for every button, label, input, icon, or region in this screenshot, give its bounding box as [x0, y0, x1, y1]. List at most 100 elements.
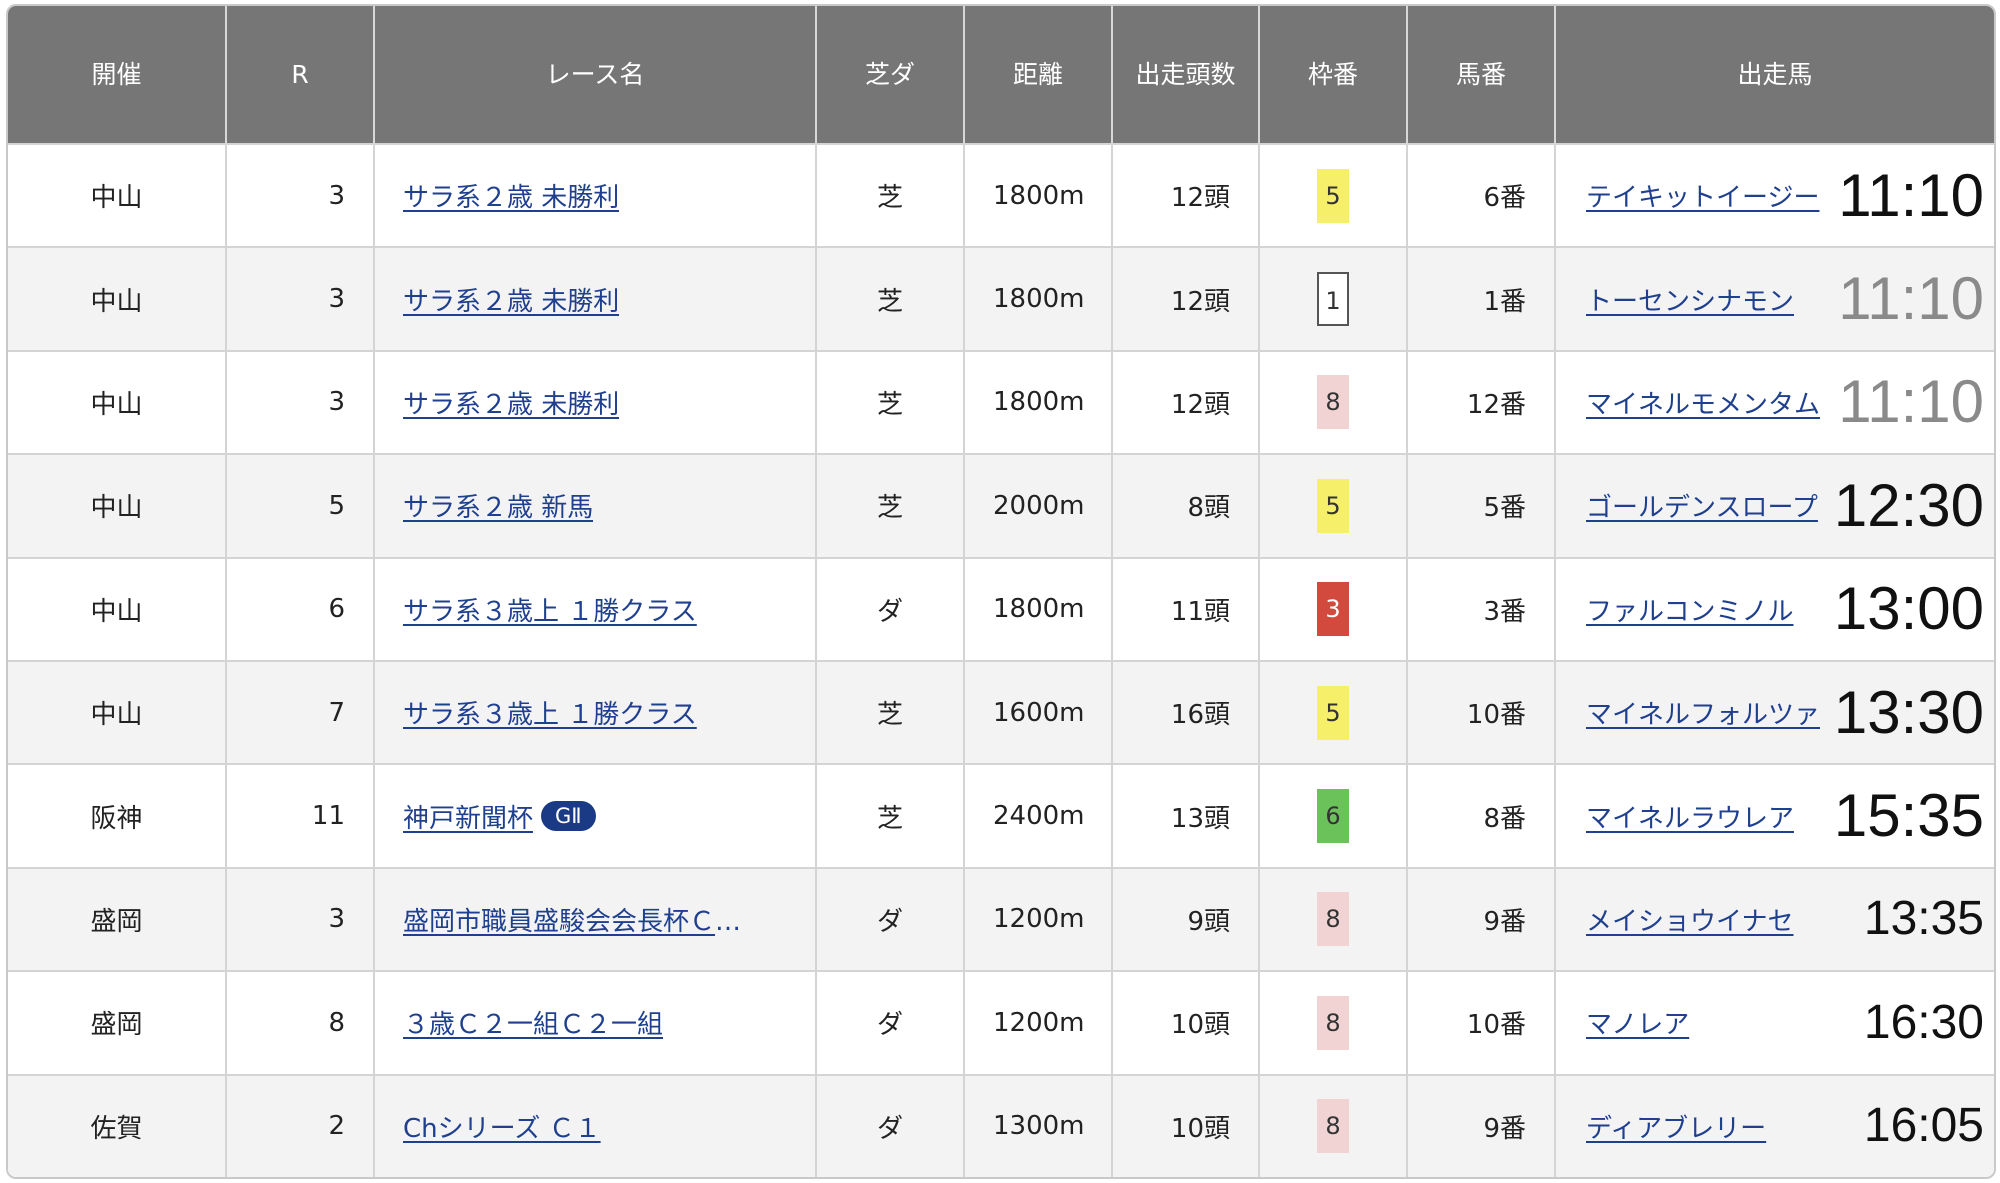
race-name-link[interactable]: サラ系２歳 未勝利: [403, 384, 619, 421]
venue-cell: 盛岡: [8, 866, 227, 972]
race-number-cell: 3: [226, 246, 375, 351]
race-name-link[interactable]: ３歳Ｃ２一組Ｃ２一組: [403, 1004, 663, 1041]
horse-cell: マイネルモメンタム 11:10: [1555, 349, 1994, 455]
runners-cell: 12頭: [1112, 349, 1260, 455]
runners-cell: 10頭: [1112, 1073, 1260, 1177]
horse-name-link[interactable]: メイショウイナセ: [1586, 907, 1793, 937]
frame-number-badge: 5: [1317, 478, 1349, 533]
horse-number-cell: 9番: [1407, 866, 1556, 972]
header-race-name: レース名: [374, 6, 817, 144]
distance-cell: 1800m: [964, 246, 1113, 351]
horse-name-link[interactable]: テイキットイージー: [1586, 183, 1819, 213]
distance-cell: 1300m: [964, 1073, 1113, 1177]
race-name-cell: ３歳Ｃ２一組Ｃ２一組: [374, 970, 817, 1075]
race-name-cell: 神戸新聞杯 GⅡ: [374, 763, 817, 868]
horse-cell: マイネルラウレア 15:35: [1555, 763, 1994, 868]
header-venue: 開催: [8, 6, 227, 144]
runners-cell: 11頭: [1112, 556, 1260, 661]
horse-cell: マノレア 16:30: [1555, 970, 1994, 1075]
table-row: 盛岡 3 盛岡市職員盛駿会会長杯Ｃ２… ダ 1200m 9頭 8 9番 メイショ…: [8, 866, 1994, 972]
horse-name-link[interactable]: マノレア: [1586, 1010, 1689, 1040]
frame-number-badge: 6: [1317, 789, 1349, 844]
horse-cell: テイキットイージー 11:10: [1555, 142, 1994, 248]
distance-cell: 1800m: [964, 349, 1113, 455]
distance-cell: 1200m: [964, 866, 1113, 972]
horse-name-link[interactable]: ディアブレリー: [1586, 1114, 1766, 1144]
venue-cell: 中山: [8, 453, 227, 558]
header-distance: 距離: [964, 6, 1113, 144]
header-row: 開催 R レース名 芝ダ 距離 出走頭数 枠番 馬番 出走馬: [8, 6, 1994, 144]
surface-cell: 芝: [816, 142, 965, 248]
race-name-link[interactable]: サラ系２歳 未勝利: [403, 281, 619, 318]
table-row: 阪神 11 神戸新聞杯 GⅡ 芝 2400m 13頭 6 8番 マイネルラウレア 1…: [8, 763, 1994, 868]
frame-number-badge: 8: [1317, 375, 1349, 430]
frame-number-badge: 3: [1317, 582, 1349, 637]
header-horse-number: 馬番: [1407, 6, 1556, 144]
frame-number-cell: 1: [1259, 246, 1408, 351]
frame-number-cell: 8: [1259, 1073, 1408, 1177]
horse-number-cell: 10番: [1407, 970, 1556, 1075]
horse-cell: メイショウイナセ 13:35: [1555, 866, 1994, 972]
table-row: 盛岡 8 ３歳Ｃ２一組Ｃ２一組 ダ 1200m 10頭 8 10番 マノレア 16…: [8, 970, 1994, 1075]
horse-name-link[interactable]: トーセンシナモン: [1586, 287, 1794, 317]
frame-number-cell: 8: [1259, 970, 1408, 1075]
distance-cell: 1800m: [964, 142, 1113, 248]
race-name-link[interactable]: サラ系３歳上 １勝クラス: [403, 694, 697, 731]
horse-cell: ディアブレリー 16:05: [1555, 1073, 1994, 1177]
runners-cell: 16頭: [1112, 659, 1260, 765]
horse-name-link[interactable]: ファルコンミノル: [1586, 597, 1793, 627]
race-name-link[interactable]: 盛岡市職員盛駿会会長杯Ｃ２…: [403, 901, 763, 938]
frame-number-badge: 8: [1317, 995, 1349, 1050]
race-entries-table-container: 開催 R レース名 芝ダ 距離 出走頭数 枠番 馬番 出走馬 中山 3 サラ系２…: [6, 4, 1996, 1179]
horse-name-link[interactable]: ゴールデンスロープ: [1586, 493, 1818, 523]
surface-cell: 芝: [816, 453, 965, 558]
surface-cell: ダ: [816, 970, 965, 1075]
distance-cell: 1200m: [964, 970, 1113, 1075]
frame-number-badge: 1: [1317, 272, 1349, 327]
race-number-cell: 6: [226, 556, 375, 661]
post-time: 13:30: [1833, 678, 1984, 746]
race-name-cell: 盛岡市職員盛駿会会長杯Ｃ２…: [374, 866, 817, 972]
race-number-cell: 2: [226, 1073, 375, 1177]
post-time: 16:30: [1863, 995, 1984, 1049]
frame-number-badge: 8: [1317, 1099, 1349, 1154]
header-runners: 出走頭数: [1112, 6, 1260, 144]
venue-cell: 阪神: [8, 763, 227, 868]
horse-number-cell: 9番: [1407, 1073, 1556, 1177]
frame-number-cell: 6: [1259, 763, 1408, 868]
header-horse: 出走馬: [1555, 6, 1994, 144]
race-number-cell: 3: [226, 142, 375, 248]
race-name-link[interactable]: 神戸新聞杯: [403, 798, 533, 835]
race-number-cell: 8: [226, 970, 375, 1075]
distance-cell: 1600m: [964, 659, 1113, 765]
header-surface: 芝ダ: [816, 6, 965, 144]
runners-cell: 10頭: [1112, 970, 1260, 1075]
table-row: 中山 6 サラ系３歳上 １勝クラス ダ 1800m 11頭 3 3番 ファルコン…: [8, 556, 1994, 661]
runners-cell: 12頭: [1112, 246, 1260, 351]
runners-cell: 12頭: [1112, 142, 1260, 248]
post-time: 15:35: [1833, 782, 1984, 850]
frame-number-cell: 3: [1259, 556, 1408, 661]
post-time: 13:00: [1833, 575, 1984, 643]
runners-cell: 9頭: [1112, 866, 1260, 972]
race-name-cell: サラ系２歳 未勝利: [374, 349, 817, 455]
race-number-cell: 7: [226, 659, 375, 765]
surface-cell: 芝: [816, 659, 965, 765]
horse-name-link[interactable]: マイネルモメンタム: [1586, 390, 1820, 420]
frame-number-badge: 5: [1317, 685, 1349, 740]
horse-name-link[interactable]: マイネルラウレア: [1586, 804, 1794, 834]
race-name-cell: サラ系３歳上 １勝クラス: [374, 659, 817, 765]
venue-cell: 中山: [8, 659, 227, 765]
race-name-link[interactable]: サラ系２歳 未勝利: [403, 177, 619, 214]
race-name-link[interactable]: Chシリーズ Ｃ１: [403, 1108, 601, 1145]
race-name-cell: サラ系３歳上 １勝クラス: [374, 556, 817, 661]
distance-cell: 1800m: [964, 556, 1113, 661]
horse-number-cell: 6番: [1407, 142, 1556, 248]
venue-cell: 中山: [8, 142, 227, 248]
horse-name-link[interactable]: マイネルフォルツァ: [1586, 700, 1820, 730]
runners-cell: 8頭: [1112, 453, 1260, 558]
race-name-link[interactable]: サラ系２歳 新馬: [403, 487, 593, 524]
race-name-link[interactable]: サラ系３歳上 １勝クラス: [403, 591, 697, 628]
venue-cell: 盛岡: [8, 970, 227, 1075]
post-time: 11:10: [1838, 368, 1984, 436]
